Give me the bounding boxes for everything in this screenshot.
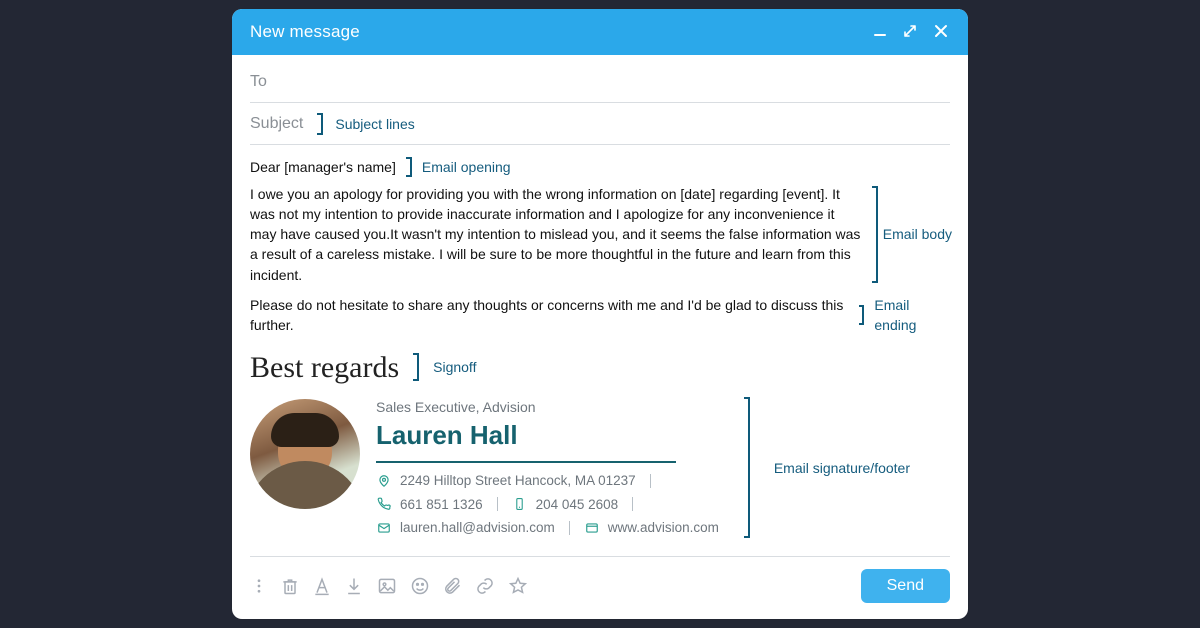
annotation-signoff: Signoff: [433, 357, 476, 377]
bottom-toolbar: Send: [232, 557, 968, 619]
annotation-subject: Subject lines: [335, 116, 414, 132]
download-icon[interactable]: [344, 576, 364, 596]
email-body: I owe you an apology for providing you w…: [250, 184, 864, 285]
mobile-icon: [512, 497, 528, 511]
signature-phone: 661 851 1326: [400, 495, 483, 515]
email-opening: Dear [manager's name]: [250, 157, 396, 177]
annotation-opening: Email opening: [422, 157, 511, 177]
image-icon[interactable]: [376, 576, 398, 596]
link-icon[interactable]: [474, 576, 496, 596]
signature-website: www.advision.com: [608, 518, 719, 538]
email-signoff: Best regards: [250, 346, 399, 390]
annotation-body: Email body: [883, 224, 952, 244]
avatar: [250, 399, 360, 509]
signature-address: 2249 Hilltop Street Hancock, MA 01237: [400, 471, 636, 491]
more-icon[interactable]: [250, 576, 268, 596]
bracket-icon: [317, 113, 323, 135]
compose-window: New message To Subject Subject lines Dea…: [232, 9, 968, 619]
email-ending: Please do not hesitate to share any thou…: [250, 295, 849, 336]
bracket-icon: [744, 397, 750, 538]
restore-icon[interactable]: [902, 23, 918, 42]
attach-icon[interactable]: [442, 576, 462, 596]
to-label: To: [250, 73, 267, 91]
signature-divider: [376, 461, 676, 463]
window-title: New message: [250, 22, 360, 42]
bracket-icon: [859, 305, 865, 325]
signature-email: lauren.hall@advision.com: [400, 518, 555, 538]
signature-block: Sales Executive, Advision Lauren Hall 22…: [250, 395, 950, 542]
subject-field[interactable]: Subject Subject lines: [250, 103, 950, 145]
annotation-signature: Email signature/footer: [774, 458, 910, 478]
annotation-ending: Email ending: [874, 295, 950, 336]
close-icon[interactable]: [932, 22, 950, 43]
email-body-area[interactable]: Dear [manager's name] Email opening I ow…: [232, 145, 968, 542]
star-icon[interactable]: [508, 576, 528, 596]
email-icon: [376, 521, 392, 535]
location-icon: [376, 474, 392, 488]
to-field[interactable]: To: [250, 61, 950, 103]
minimize-icon[interactable]: [872, 23, 888, 42]
bracket-icon: [872, 186, 878, 283]
signature-mobile: 204 045 2608: [536, 495, 619, 515]
signature-title: Sales Executive, Advision: [376, 397, 720, 417]
website-icon: [584, 521, 600, 535]
bracket-icon: [413, 353, 419, 381]
trash-icon[interactable]: [280, 576, 300, 596]
phone-icon: [376, 497, 392, 511]
font-icon[interactable]: [312, 576, 332, 596]
bracket-icon: [406, 157, 412, 177]
titlebar: New message: [232, 9, 968, 55]
signature-name: Lauren Hall: [376, 417, 720, 455]
subject-label: Subject: [250, 115, 303, 133]
emoji-icon[interactable]: [410, 576, 430, 596]
send-button[interactable]: Send: [861, 569, 950, 603]
